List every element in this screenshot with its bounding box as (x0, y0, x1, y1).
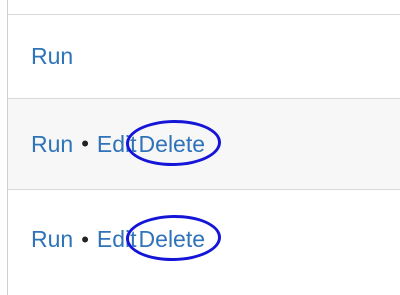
list-row-2: Run • Edit Delete (8, 98, 400, 189)
delete-highlight-oval-3: Delete (135, 226, 211, 253)
action-list: Run Run • Edit Delete Run • Edit Delete (7, 0, 400, 295)
list-row-3: Run • Edit Delete (8, 189, 400, 295)
run-link-2[interactable]: Run (31, 131, 73, 158)
separator-dot-2: • (81, 131, 89, 156)
delete-link-2[interactable]: Delete (139, 131, 205, 158)
delete-highlight-oval-2: Delete (135, 131, 211, 158)
run-link-3[interactable]: Run (31, 226, 73, 253)
separator-dot-3: • (81, 226, 89, 252)
list-row-1: Run (8, 14, 400, 98)
action-list-screenshot: Run Run • Edit Delete Run • Edit Delete (0, 0, 400, 295)
run-link-1[interactable]: Run (31, 43, 73, 70)
delete-link-3[interactable]: Delete (139, 226, 205, 253)
